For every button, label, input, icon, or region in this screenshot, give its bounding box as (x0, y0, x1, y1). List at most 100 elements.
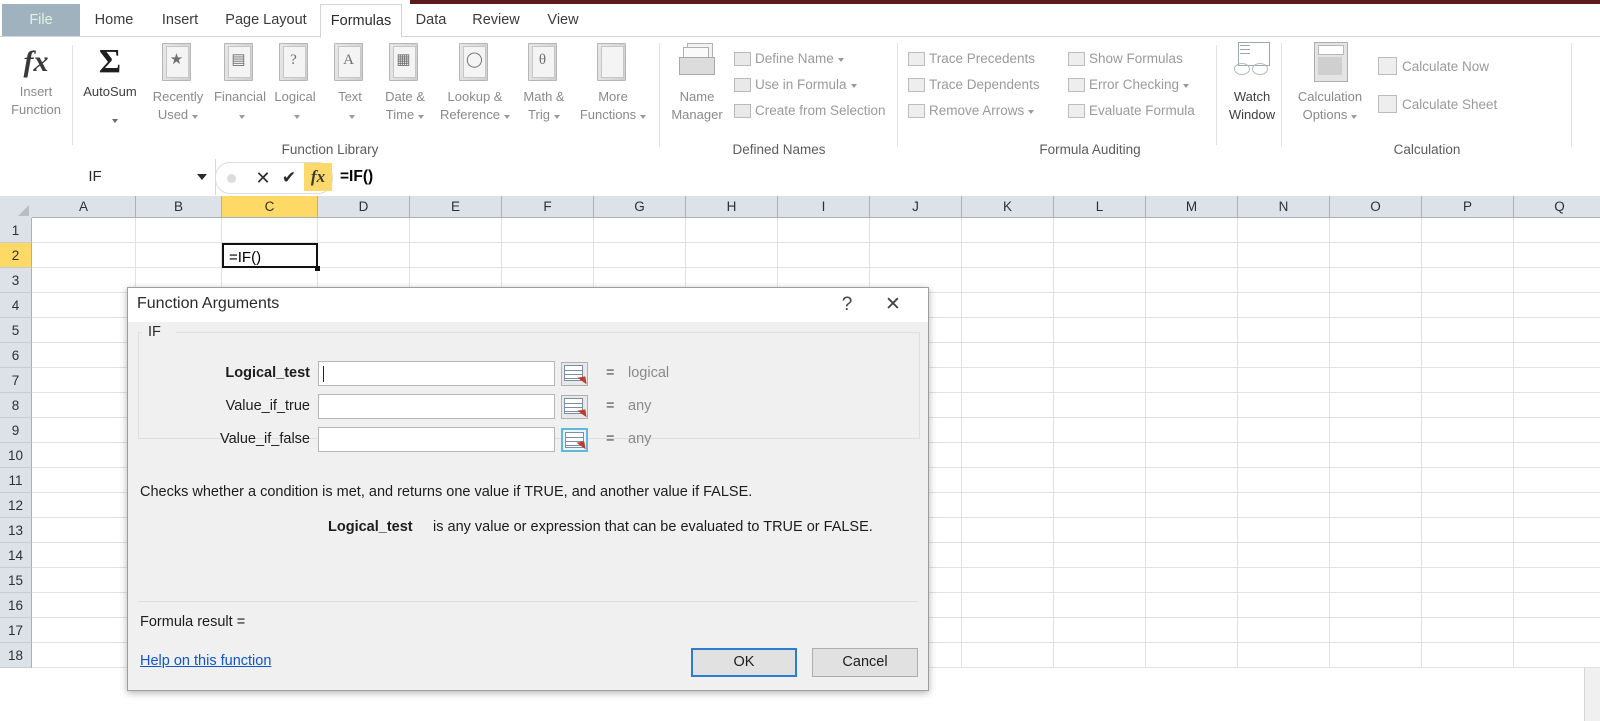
chevron-down-icon[interactable] (553, 114, 560, 119)
cell-L9[interactable] (1054, 418, 1146, 443)
cell-A13[interactable] (32, 518, 136, 543)
cell-M10[interactable] (1146, 443, 1238, 468)
ribbon-button-date-time[interactable]: ▦ Date & Time (374, 41, 436, 122)
cell-L10[interactable] (1054, 443, 1146, 468)
row-header-8[interactable]: 8 (0, 393, 32, 418)
help-on-this-function-link[interactable]: Help on this function (140, 653, 271, 669)
ribbon-button-name-manager[interactable]: Name Manager (666, 41, 728, 122)
column-header-H[interactable]: H (686, 196, 778, 218)
cell-L14[interactable] (1054, 543, 1146, 568)
cell-N12[interactable] (1238, 493, 1330, 518)
cell-Q6[interactable] (1514, 343, 1600, 368)
cell-Q12[interactable] (1514, 493, 1600, 518)
argument-input-value_if_false[interactable] (318, 427, 555, 452)
cell-N14[interactable] (1238, 543, 1330, 568)
cell-K10[interactable] (962, 443, 1054, 468)
cell-N11[interactable] (1238, 468, 1330, 493)
ribbon-button-autosum[interactable]: Σ AutoSum (78, 41, 142, 123)
row-header-16[interactable]: 16 (0, 593, 32, 618)
column-header-J[interactable]: J (870, 196, 962, 218)
cell-A2[interactable] (32, 243, 136, 268)
column-header-Q[interactable]: Q (1514, 196, 1600, 218)
column-header-F[interactable]: F (502, 196, 594, 218)
cell-O2[interactable] (1330, 243, 1422, 268)
ok-button[interactable]: OK (691, 648, 797, 677)
cell-Q17[interactable] (1514, 618, 1600, 643)
cell-A14[interactable] (32, 543, 136, 568)
cell-P13[interactable] (1422, 518, 1514, 543)
cell-K1[interactable] (962, 218, 1054, 243)
cell-P18[interactable] (1422, 643, 1514, 668)
ribbon-button-calculate-sheet[interactable]: Calculate Sheet (1378, 93, 1497, 116)
cell-K14[interactable] (962, 543, 1054, 568)
ribbon-button-calculate-now[interactable]: Calculate Now (1378, 55, 1489, 78)
cell-A18[interactable] (32, 643, 136, 668)
row-header-4[interactable]: 4 (0, 293, 32, 318)
cell-K7[interactable] (962, 368, 1054, 393)
ribbon-button-lookup-reference[interactable]: ◯ Lookup & Reference (432, 41, 518, 122)
cell-K2[interactable] (962, 243, 1054, 268)
ribbon-button-trace-dependents[interactable]: Trace Dependents (908, 73, 1040, 96)
column-header-C[interactable]: C (222, 196, 318, 218)
ribbon-button-insert-function[interactable]: fx Insert Function (4, 41, 68, 117)
cell-M16[interactable] (1146, 593, 1238, 618)
cell-D2[interactable] (318, 243, 410, 268)
row-header-2[interactable]: 2 (0, 243, 32, 268)
cell-P10[interactable] (1422, 443, 1514, 468)
cell-O1[interactable] (1330, 218, 1422, 243)
cell-Q11[interactable] (1514, 468, 1600, 493)
cell-M17[interactable] (1146, 618, 1238, 643)
cell-L1[interactable] (1054, 218, 1146, 243)
cell-N13[interactable] (1238, 518, 1330, 543)
cell-Q1[interactable] (1514, 218, 1600, 243)
range-selector-button-logical_test[interactable] (561, 362, 588, 386)
cell-B2[interactable] (136, 243, 222, 268)
cell-A15[interactable] (32, 568, 136, 593)
cell-O8[interactable] (1330, 393, 1422, 418)
cell-K4[interactable] (962, 293, 1054, 318)
cell-M4[interactable] (1146, 293, 1238, 318)
cell-N17[interactable] (1238, 618, 1330, 643)
cell-O7[interactable] (1330, 368, 1422, 393)
cell-K8[interactable] (962, 393, 1054, 418)
cell-G2[interactable] (594, 243, 686, 268)
row-header-9[interactable]: 9 (0, 418, 32, 443)
cancel-formula-icon[interactable]: ✕ (252, 166, 274, 190)
cell-O16[interactable] (1330, 593, 1422, 618)
cell-Q18[interactable] (1514, 643, 1600, 668)
cell-E2[interactable] (410, 243, 502, 268)
row-header-5[interactable]: 5 (0, 318, 32, 343)
cell-L6[interactable] (1054, 343, 1146, 368)
selected-cell[interactable]: =IF() (222, 243, 318, 268)
cell-L18[interactable] (1054, 643, 1146, 668)
ribbon-tab-data[interactable]: Data (402, 4, 460, 37)
select-all-corner[interactable] (0, 196, 33, 219)
chevron-down-icon[interactable] (837, 58, 844, 63)
ribbon-button-evaluate-formula[interactable]: Evaluate Formula (1068, 99, 1195, 122)
cell-N15[interactable] (1238, 568, 1330, 593)
cell-O4[interactable] (1330, 293, 1422, 318)
row-header-17[interactable]: 17 (0, 618, 32, 643)
cell-M18[interactable] (1146, 643, 1238, 668)
cell-Q8[interactable] (1514, 393, 1600, 418)
chevron-down-icon[interactable] (1351, 114, 1358, 119)
cell-P12[interactable] (1422, 493, 1514, 518)
cell-P17[interactable] (1422, 618, 1514, 643)
cell-F2[interactable] (502, 243, 594, 268)
ribbon-button-show-formulas[interactable]: Show Formulas (1068, 47, 1183, 70)
cell-E1[interactable] (410, 218, 502, 243)
cell-B1[interactable] (136, 218, 222, 243)
row-header-13[interactable]: 13 (0, 518, 32, 543)
cell-O18[interactable] (1330, 643, 1422, 668)
cell-M12[interactable] (1146, 493, 1238, 518)
argument-input-value_if_true[interactable] (318, 394, 555, 419)
cell-K12[interactable] (962, 493, 1054, 518)
cell-M2[interactable] (1146, 243, 1238, 268)
cell-L5[interactable] (1054, 318, 1146, 343)
cell-A3[interactable] (32, 268, 136, 293)
name-box-dropdown-icon[interactable] (197, 174, 207, 180)
cell-N9[interactable] (1238, 418, 1330, 443)
row-header-6[interactable]: 6 (0, 343, 32, 368)
cell-M9[interactable] (1146, 418, 1238, 443)
name-box[interactable]: IF (0, 159, 216, 195)
